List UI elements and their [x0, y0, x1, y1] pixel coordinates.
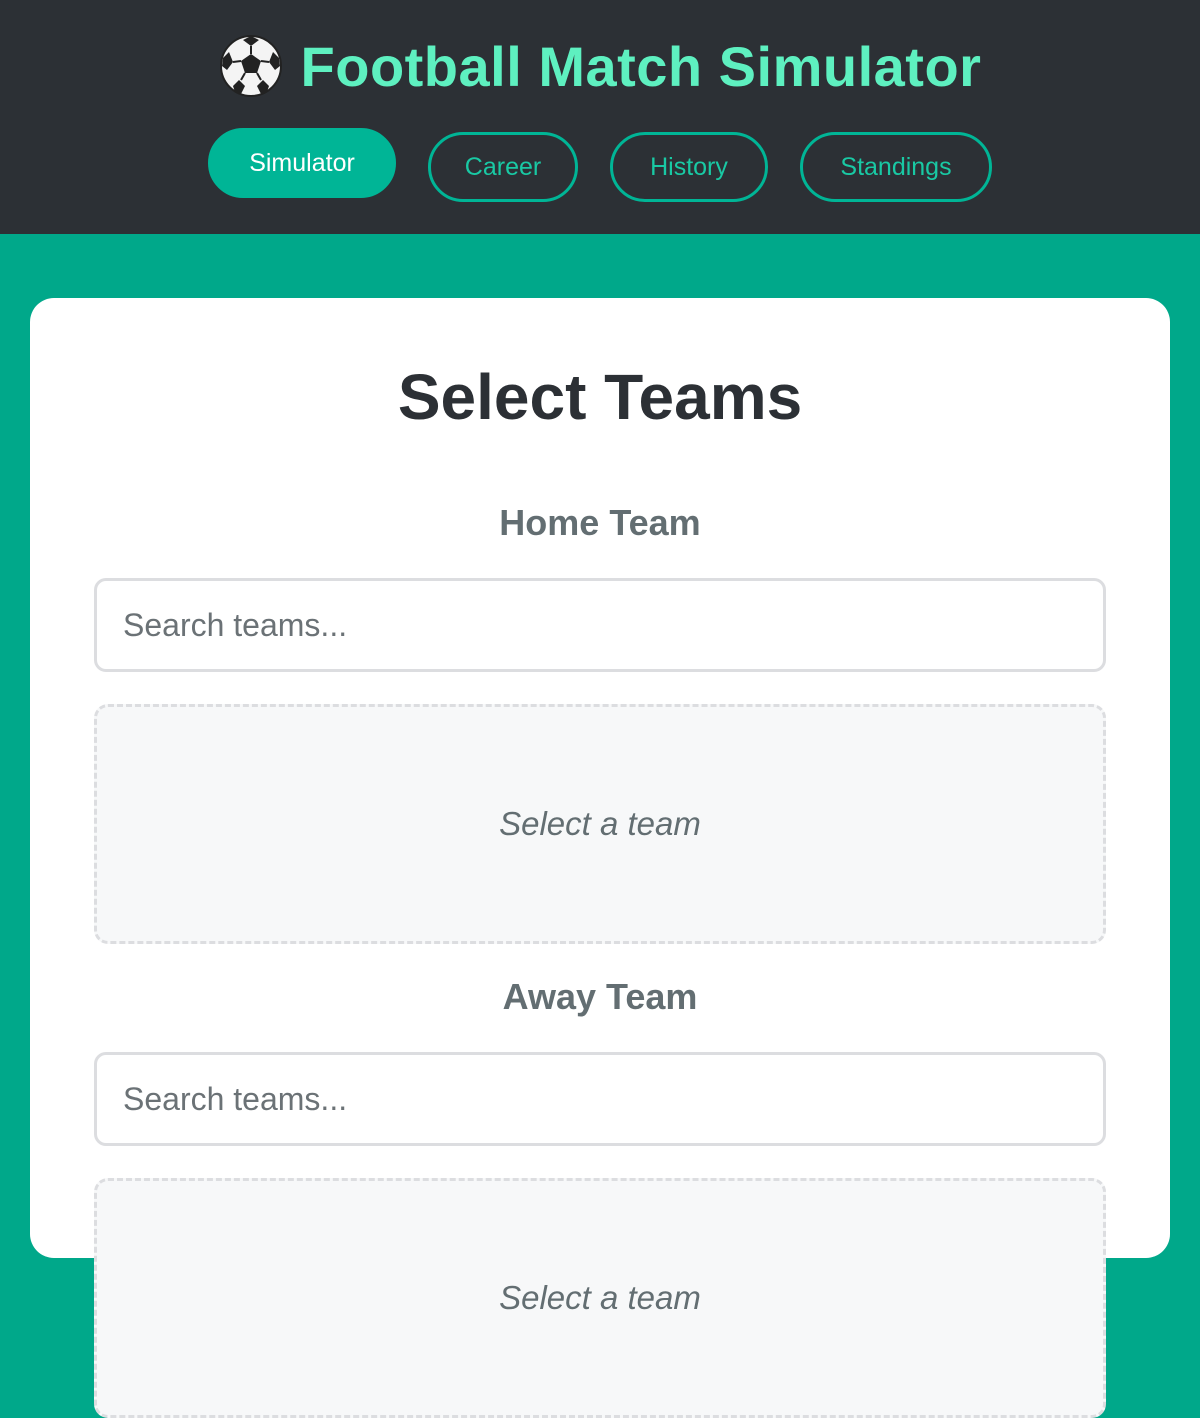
tab-simulator[interactable]: Simulator: [208, 128, 396, 198]
home-team-slot-text: Select a team: [499, 805, 701, 842]
away-team-label: Away Team: [502, 976, 698, 1017]
tab-career[interactable]: Career: [428, 132, 578, 202]
home-team-slot[interactable]: Select a team: [94, 704, 1106, 944]
soccer-ball-icon: [219, 35, 282, 97]
app-title: Football Match Simulator: [300, 34, 982, 98]
app-header: Football Match Simulator Simulator Caree…: [0, 0, 1200, 234]
home-team-search-input[interactable]: [94, 578, 1106, 672]
team-selection-card: Select Teams Home Team Select a team Awa…: [30, 298, 1170, 1418]
away-team-slot[interactable]: Select a team: [94, 1178, 1106, 1418]
away-team-slot-text: Select a team: [499, 1279, 701, 1316]
nav-tabs: Simulator Career History Standings: [0, 128, 1200, 202]
app-title-row: Football Match Simulator: [0, 30, 1200, 102]
tab-history[interactable]: History: [610, 132, 768, 202]
tab-standings[interactable]: Standings: [800, 132, 992, 202]
page-title: Select Teams: [397, 361, 803, 433]
home-team-label: Home Team: [499, 502, 701, 543]
away-team-search-input[interactable]: [94, 1052, 1106, 1146]
